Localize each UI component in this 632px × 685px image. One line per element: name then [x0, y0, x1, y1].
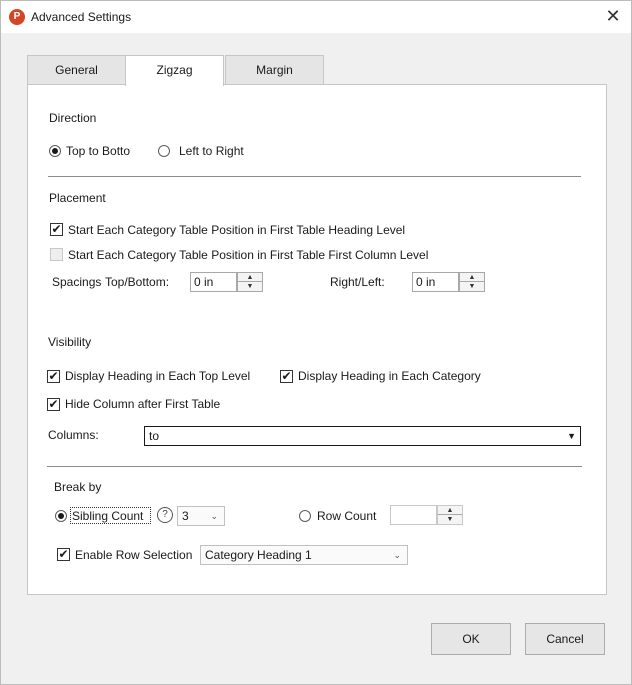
radio-row-count[interactable]	[299, 510, 311, 522]
direction-label: Direction	[49, 111, 97, 125]
spin-down-icon[interactable]: ▼	[438, 515, 462, 524]
right-left-label: Right/Left:	[330, 275, 385, 289]
help-icon[interactable]: ?	[157, 507, 173, 523]
spin-down-icon[interactable]: ▼	[460, 282, 484, 291]
radio-top-to-bottom-label[interactable]: Top to Botto	[66, 144, 130, 158]
check-hide-column[interactable]: ✔	[47, 398, 60, 411]
top-bottom-stepper[interactable]: ▲ ▼	[237, 272, 263, 292]
radio-top-to-bottom[interactable]	[49, 145, 61, 157]
advanced-settings-dialog: P Advanced Settings ✕ General Zigzag Mar…	[0, 0, 632, 685]
radio-left-to-right-label[interactable]: Left to Right	[179, 144, 244, 158]
top-bottom-input[interactable]: 0 in	[190, 272, 237, 292]
columns-select[interactable]: to ▼	[144, 426, 581, 446]
right-left-stepper[interactable]: ▲ ▼	[459, 272, 485, 292]
check-enable-row-selection-label[interactable]: Enable Row Selection	[75, 548, 192, 562]
title-bar: P Advanced Settings ✕	[1, 1, 631, 33]
cancel-button[interactable]: Cancel	[525, 623, 605, 655]
check-display-heading-top[interactable]: ✔	[47, 370, 60, 383]
window-title: Advanced Settings	[31, 10, 132, 24]
spin-down-icon[interactable]: ▼	[238, 282, 262, 291]
radio-sibling-count-label[interactable]: Sibling Count	[72, 509, 143, 523]
radio-sibling-count[interactable]	[55, 510, 67, 522]
columns-select-value: to	[149, 429, 160, 443]
check-hide-column-label[interactable]: Hide Column after First Table	[65, 397, 220, 411]
visibility-label: Visibility	[48, 335, 92, 349]
check-display-heading-top-label[interactable]: Display Heading in Each Top Level	[65, 369, 250, 383]
row-selection-value: Category Heading 1	[205, 548, 312, 562]
check-display-heading-category-label[interactable]: Display Heading in Each Category	[298, 369, 481, 383]
break-by-label: Break by	[54, 480, 102, 494]
radio-row-count-label[interactable]: Row Count	[317, 509, 376, 523]
columns-label: Columns:	[48, 428, 99, 442]
sibling-count-select[interactable]: 3 ⌄	[177, 506, 225, 526]
row-count-input[interactable]	[390, 505, 437, 525]
chevron-down-icon[interactable]: ⌄	[393, 546, 401, 564]
check-enable-row-selection[interactable]: ✔	[57, 548, 70, 561]
row-count-stepper[interactable]: ▲ ▼	[437, 505, 463, 525]
spin-up-icon[interactable]: ▲	[460, 273, 484, 282]
top-bottom-label: Top/Bottom:	[105, 275, 170, 289]
tab-zigzag[interactable]: Zigzag	[125, 55, 224, 86]
placement-label: Placement	[49, 191, 106, 205]
right-left-input[interactable]: 0 in	[412, 272, 459, 292]
zigzag-panel: Direction Top to Botto Left to Right Pla…	[27, 84, 607, 595]
tab-general[interactable]: General	[27, 55, 126, 84]
spin-up-icon[interactable]: ▲	[438, 506, 462, 515]
check-first-column-level-label[interactable]: Start Each Category Table Position in Fi…	[68, 248, 428, 262]
close-icon[interactable]: ✕	[603, 7, 623, 27]
spacings-label: Spacings	[52, 275, 102, 289]
row-selection-select[interactable]: Category Heading 1 ⌄	[200, 545, 408, 565]
check-display-heading-category[interactable]: ✔	[280, 370, 293, 383]
ok-button[interactable]: OK	[431, 623, 511, 655]
divider-direction	[48, 176, 581, 177]
dropdown-arrow-icon[interactable]: ▼	[567, 427, 576, 445]
check-heading-level-label[interactable]: Start Each Category Table Position in Fi…	[68, 223, 405, 237]
sibling-count-value: 3	[182, 509, 189, 523]
tab-margin[interactable]: Margin	[225, 55, 324, 84]
chevron-down-icon[interactable]: ⌄	[210, 507, 218, 525]
radio-left-to-right[interactable]	[158, 145, 170, 157]
check-heading-level[interactable]: ✔	[50, 223, 63, 236]
powerpoint-app-icon: P	[9, 9, 25, 25]
divider-visibility	[47, 466, 582, 467]
spin-up-icon[interactable]: ▲	[238, 273, 262, 282]
check-first-column-level[interactable]	[50, 248, 63, 261]
